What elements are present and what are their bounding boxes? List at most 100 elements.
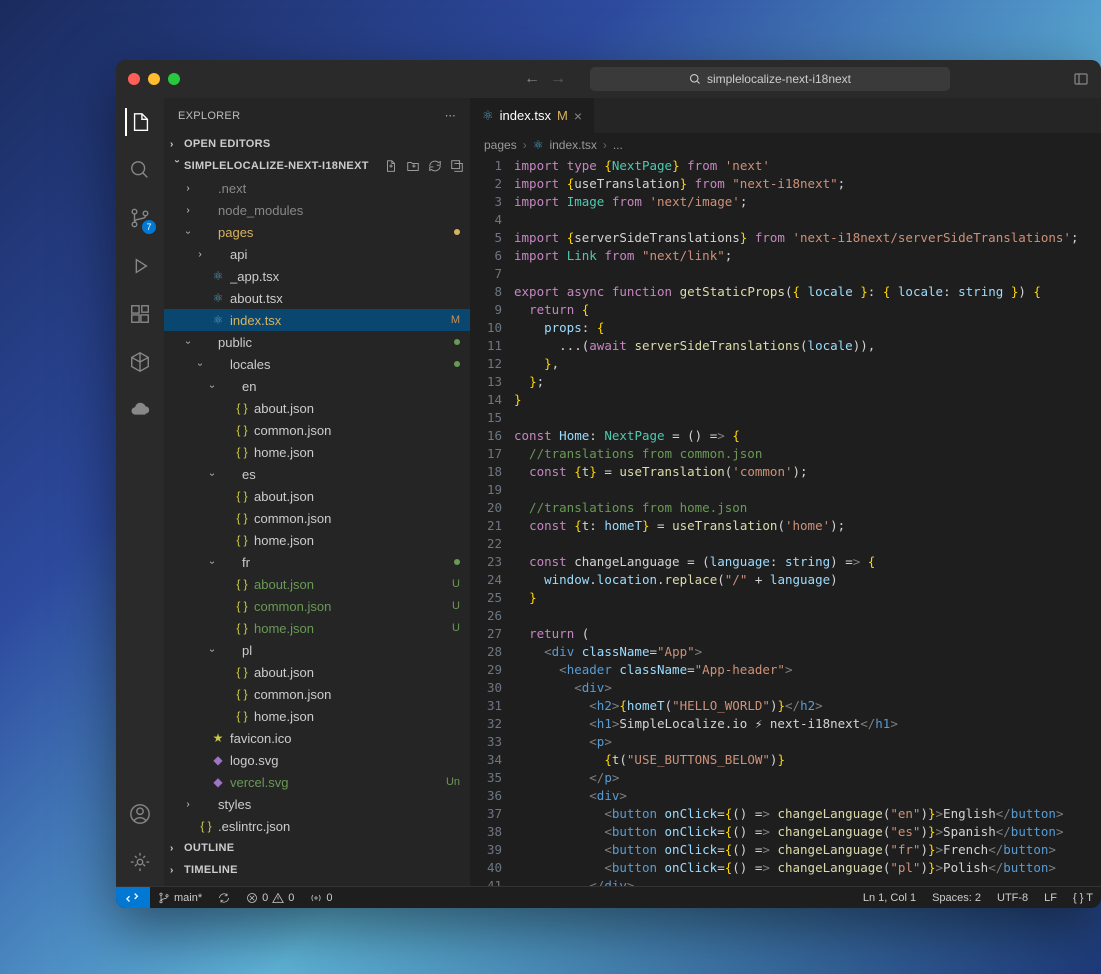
remote-button[interactable] xyxy=(116,887,150,909)
item-label: common.json xyxy=(254,423,460,438)
file-item[interactable]: ⚛index.tsxM xyxy=(164,309,470,331)
folder-item[interactable]: ›locales xyxy=(164,353,470,375)
file-item[interactable]: { }common.json xyxy=(164,419,470,441)
activity-search[interactable] xyxy=(126,156,154,184)
indentation[interactable]: Spaces: 2 xyxy=(924,892,989,904)
file-item[interactable]: { }home.jsonU xyxy=(164,617,470,639)
code-content[interactable]: import type {NextPage} from 'next'import… xyxy=(514,157,1101,886)
activity-settings[interactable] xyxy=(126,848,154,876)
folder-item[interactable]: ›es xyxy=(164,463,470,485)
git-branch[interactable]: main* xyxy=(150,892,210,904)
tab-close-button[interactable]: × xyxy=(574,108,582,124)
folder-item[interactable]: ›pl xyxy=(164,639,470,661)
file-item[interactable]: ◆vercel.svgUn xyxy=(164,771,470,793)
new-folder-button[interactable] xyxy=(406,159,420,173)
maximize-window-button[interactable] xyxy=(168,73,180,85)
folder-item[interactable]: ›pages xyxy=(164,221,470,243)
activity-cloud[interactable] xyxy=(126,396,154,424)
star-icon: ★ xyxy=(210,731,226,745)
command-center-search[interactable]: simplelocalize-next-i18next xyxy=(590,67,950,91)
file-item[interactable]: { }home.json xyxy=(164,441,470,463)
file-item[interactable]: ★favicon.ico xyxy=(164,727,470,749)
folder-item[interactable]: ›node_modules xyxy=(164,199,470,221)
panel-icon xyxy=(1073,71,1089,87)
breadcrumb-item[interactable]: ... xyxy=(613,138,623,152)
nav-back-button[interactable]: ← xyxy=(524,70,540,88)
nav-forward-button[interactable]: → xyxy=(550,70,566,88)
activity-scm[interactable]: 7 xyxy=(126,204,154,232)
close-window-button[interactable] xyxy=(128,73,140,85)
breadcrumb[interactable]: pages › ⚛ index.tsx › ... xyxy=(470,133,1101,157)
sidebar-more-button[interactable]: ⋯ xyxy=(445,109,456,122)
scm-badge: 7 xyxy=(142,220,156,234)
language-mode[interactable]: { } T xyxy=(1065,892,1101,904)
code-editor[interactable]: 1234567891011121314151617181920212223242… xyxy=(470,157,1101,886)
item-label: es xyxy=(242,467,460,482)
json-icon: { } xyxy=(234,621,250,635)
file-item[interactable]: { }about.json xyxy=(164,661,470,683)
new-file-button[interactable] xyxy=(384,159,398,173)
cloud-icon xyxy=(129,399,151,421)
breadcrumb-item[interactable]: pages xyxy=(484,138,517,152)
open-editors-section[interactable]: › OPEN EDITORS xyxy=(164,133,470,155)
folder-item[interactable]: ›styles xyxy=(164,793,470,815)
item-label: public xyxy=(218,335,450,350)
file-item[interactable]: { }common.json xyxy=(164,683,470,705)
file-item[interactable]: ⚛_app.tsx xyxy=(164,265,470,287)
file-item[interactable]: { }common.json xyxy=(164,507,470,529)
item-label: node_modules xyxy=(218,203,460,218)
activity-debug[interactable] xyxy=(126,252,154,280)
svg-icon: ◆ xyxy=(210,775,226,789)
problems-button[interactable]: 0 0 xyxy=(238,892,302,904)
activity-account[interactable] xyxy=(126,800,154,828)
breadcrumb-item[interactable]: index.tsx xyxy=(549,138,596,152)
scm-badge: Un xyxy=(446,776,460,788)
folder-item[interactable]: ›api xyxy=(164,243,470,265)
sync-button[interactable] xyxy=(210,892,238,904)
folder-item[interactable]: ›.next xyxy=(164,177,470,199)
line-numbers: 1234567891011121314151617181920212223242… xyxy=(470,157,514,886)
tab-label: index.tsx xyxy=(500,108,551,123)
item-label: api xyxy=(230,247,460,262)
chevron-right-icon: › xyxy=(170,865,184,876)
eol[interactable]: LF xyxy=(1036,892,1065,904)
activity-explorer[interactable] xyxy=(125,108,153,136)
scm-dot xyxy=(454,361,460,367)
encoding[interactable]: UTF-8 xyxy=(989,892,1036,904)
cursor-position[interactable]: Ln 1, Col 1 xyxy=(855,892,924,904)
json-icon: { } xyxy=(234,489,250,503)
gear-icon xyxy=(129,851,151,873)
item-label: _app.tsx xyxy=(230,269,460,284)
collapse-button[interactable] xyxy=(450,159,464,173)
workspace-section[interactable]: › SIMPLELOCALIZE-NEXT-I18NEXT xyxy=(164,155,470,177)
scm-badge: M xyxy=(446,314,460,326)
chevron-down-icon: › xyxy=(195,358,206,370)
editor-tab[interactable]: ⚛ index.tsx M × xyxy=(470,98,594,133)
file-item[interactable]: ⚛about.tsx xyxy=(164,287,470,309)
activity-extensions[interactable] xyxy=(126,300,154,328)
item-label: en xyxy=(242,379,460,394)
folder-item[interactable]: ›public xyxy=(164,331,470,353)
refresh-button[interactable] xyxy=(428,159,442,173)
chevron-down-icon: › xyxy=(207,556,218,568)
layout-controls[interactable] xyxy=(1073,71,1089,87)
scm-badge: U xyxy=(446,622,460,634)
file-item[interactable]: ◆logo.svg xyxy=(164,749,470,771)
new-file-icon xyxy=(384,159,398,173)
file-item[interactable]: { }about.json xyxy=(164,397,470,419)
folder-item[interactable]: ›fr xyxy=(164,551,470,573)
file-item[interactable]: { }about.jsonU xyxy=(164,573,470,595)
file-item[interactable]: { }home.json xyxy=(164,705,470,727)
minimize-window-button[interactable] xyxy=(148,73,160,85)
file-item[interactable]: { }home.json xyxy=(164,529,470,551)
file-item[interactable]: { } about.json xyxy=(164,485,470,507)
json-icon: { } xyxy=(234,709,250,723)
folder-item[interactable]: ›en xyxy=(164,375,470,397)
item-label: about.json xyxy=(254,489,460,504)
file-item[interactable]: { }common.jsonU xyxy=(164,595,470,617)
activity-cube[interactable] xyxy=(126,348,154,376)
file-item[interactable]: { }.eslintrc.json xyxy=(164,815,470,837)
outline-section[interactable]: › OUTLINE xyxy=(164,837,470,859)
port-button[interactable]: 0 xyxy=(302,892,340,904)
timeline-section[interactable]: › TIMELINE xyxy=(164,859,470,881)
